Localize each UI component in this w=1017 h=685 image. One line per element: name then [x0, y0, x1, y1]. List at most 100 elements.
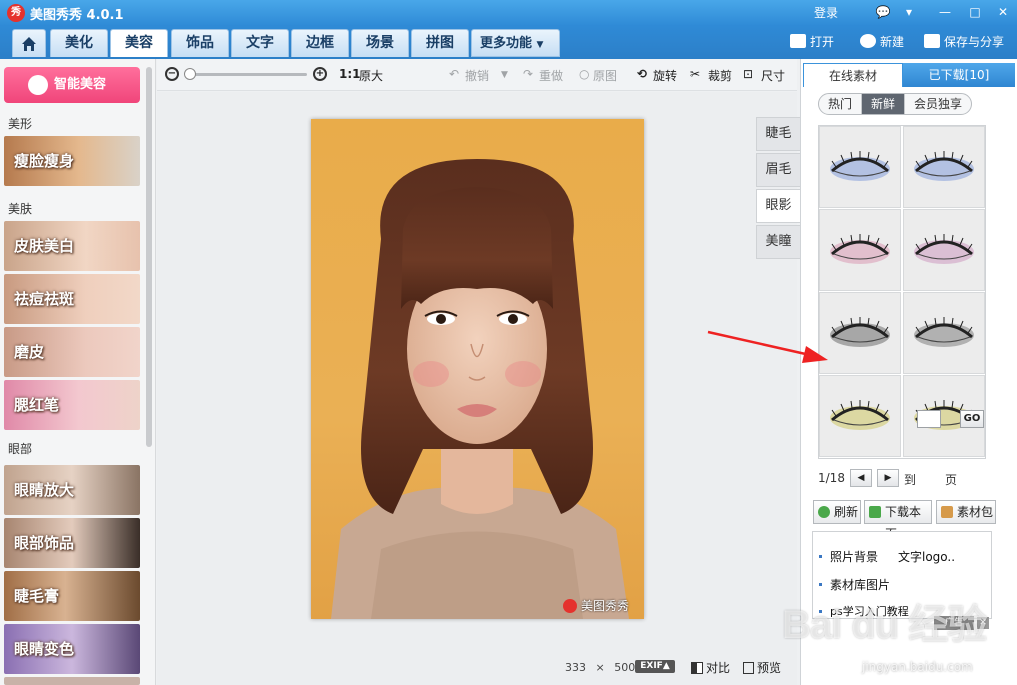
crop-icon[interactable]: ✂	[690, 67, 700, 81]
feedback-icon[interactable]: 💬	[872, 2, 894, 22]
app-logo-icon: 秀	[7, 4, 25, 22]
smart-beauty-button[interactable]: 智能美容	[4, 67, 140, 103]
refresh-button[interactable]: 刷新	[813, 500, 861, 524]
portrait-illustration	[331, 159, 629, 619]
tab-collage[interactable]: 拼图	[411, 29, 469, 57]
skin-icon[interactable]: ▾	[898, 2, 920, 22]
eyeshadow-swatch[interactable]	[819, 375, 901, 457]
original-button[interactable]: 原图	[593, 67, 617, 84]
save-share-button[interactable]: 保存与分享	[924, 32, 1004, 52]
undo-dropdown-icon[interactable]: ▼	[501, 70, 508, 80]
sidebar-item-whitening[interactable]: 皮肤美白	[4, 221, 140, 271]
compare-icon	[691, 662, 703, 674]
eye-shape-icon	[830, 234, 890, 264]
portrait-photo[interactable]	[311, 119, 644, 619]
undo-icon[interactable]: ↶	[449, 67, 459, 81]
eyeshadow-swatch[interactable]	[819, 126, 901, 208]
rotate-button[interactable]: 旋转	[653, 67, 677, 84]
close-icon[interactable]: ✕	[992, 2, 1014, 22]
page-number-input[interactable]	[917, 410, 941, 428]
preview-button[interactable]: 预览	[743, 659, 781, 676]
subtab-fresh[interactable]: 新鲜	[862, 94, 906, 114]
prev-page-button[interactable]: ◀	[850, 469, 872, 487]
sidebar-item-slim-face[interactable]: 瘦脸瘦身	[4, 136, 140, 186]
sidebar-item-label: 祛痘祛斑	[14, 290, 75, 308]
zoom-slider-track[interactable]	[187, 73, 307, 76]
tab-online-materials[interactable]: 在线素材	[803, 63, 903, 87]
more-functions-label: 更多功能	[480, 36, 533, 51]
sidebar-item-label: 磨皮	[14, 343, 45, 361]
sidebar-item-blush[interactable]: 腮红笔	[4, 380, 140, 430]
tab-accessory[interactable]: 饰品	[171, 29, 229, 57]
sidebar-item-label: 眼睛放大	[14, 481, 75, 499]
image-canvas[interactable]: 美图秀秀 333 × 500 EXIF▲ 对比 预览	[157, 92, 797, 685]
eyeshadow-swatch[interactable]	[903, 292, 985, 374]
section-shape: 美形	[8, 117, 33, 131]
sidebar-item-acne[interactable]: 祛痘祛斑	[4, 274, 140, 324]
sidebar-item-eye-color[interactable]: 眼睛变色	[4, 624, 140, 674]
subtab-vip[interactable]: 会员独享	[905, 94, 971, 114]
eyeshadow-swatch[interactable]	[903, 209, 985, 291]
tab-scene[interactable]: 场景	[351, 29, 409, 57]
tab-downloaded[interactable]: 已下载[10]	[903, 63, 1015, 87]
size-icon[interactable]: ⊡	[743, 67, 753, 81]
material-subtabs: 热门 新鲜 会员独享	[818, 93, 973, 115]
minimize-icon[interactable]: —	[934, 2, 956, 22]
exif-button[interactable]: EXIF▲	[635, 660, 675, 673]
vtab-eyeshadow[interactable]: 眼影	[756, 189, 800, 223]
link-bullet	[819, 583, 822, 586]
section-eyes: 眼部	[8, 442, 33, 456]
sidebar-scrollbar[interactable]	[146, 67, 152, 447]
link-text-logo[interactable]: 文字logo..	[898, 548, 955, 565]
material-pack-label: 素材包	[957, 505, 994, 519]
sidebar-item-smooth[interactable]: 磨皮	[4, 327, 140, 377]
chevron-down-icon: ▼	[536, 40, 544, 50]
tab-more-functions[interactable]: 更多功能 ▼	[471, 29, 560, 57]
tab-makeup[interactable]: 美容	[110, 29, 168, 57]
download-page-button[interactable]: 下载本页	[864, 500, 932, 541]
tab-beautify[interactable]: 美化	[50, 29, 108, 57]
maximize-icon[interactable]: □	[964, 2, 986, 22]
rotate-icon[interactable]: ⟲	[637, 67, 647, 81]
home-tab[interactable]	[12, 29, 46, 57]
vtab-contact-lens[interactable]: 美瞳	[756, 225, 800, 259]
link-material-images[interactable]: 素材库图片	[830, 576, 890, 593]
tab-border[interactable]: 边框	[291, 29, 349, 57]
sidebar-item-eye-accessory[interactable]: 眼部饰品	[4, 518, 140, 568]
left-sidebar: 智能美容 美形 瘦脸瘦身 美肤 皮肤美白 祛痘祛斑 磨皮 腮红笔 眼部 眼睛放大…	[0, 59, 156, 685]
zoom-out-icon[interactable]: −	[165, 67, 179, 81]
material-pack-button[interactable]: 素材包	[936, 500, 996, 524]
original-size-button[interactable]: 原大	[359, 67, 383, 84]
new-button[interactable]: 新建	[860, 32, 904, 52]
sidebar-item-partial[interactable]	[4, 677, 140, 685]
tab-text[interactable]: 文字	[231, 29, 289, 57]
sidebar-item-eye-enlarge[interactable]: 眼睛放大	[4, 465, 140, 515]
vtab-eyebrow[interactable]: 眉毛	[756, 153, 800, 187]
compare-button[interactable]: 对比	[691, 659, 730, 676]
undo-button[interactable]: 撤销	[465, 67, 489, 84]
crop-button[interactable]: 裁剪	[708, 67, 732, 84]
size-button[interactable]: 尺寸	[761, 67, 785, 84]
sidebar-item-label: 皮肤美白	[14, 237, 75, 255]
sidebar-item-mascara[interactable]: 睫毛膏	[4, 571, 140, 621]
sidebar-item-label: 眼睛变色	[14, 640, 75, 658]
image-height: 500	[614, 661, 636, 674]
eyeshadow-swatch[interactable]	[903, 126, 985, 208]
open-button[interactable]: 打开	[790, 32, 834, 52]
redo-icon[interactable]: ↷	[523, 67, 533, 81]
go-button[interactable]: GO	[960, 410, 984, 428]
redo-button[interactable]: 重做	[539, 67, 563, 84]
vtab-eyelash[interactable]: 睫毛	[756, 117, 800, 151]
link-photo-background[interactable]: 照片背景	[830, 548, 878, 565]
original-icon[interactable]: ○	[579, 67, 589, 81]
zoom-slider-thumb[interactable]	[184, 68, 196, 80]
login-link[interactable]: 登录	[814, 4, 838, 21]
zoom-in-icon[interactable]: +	[313, 67, 327, 81]
eyeshadow-swatch[interactable]	[819, 209, 901, 291]
refresh-label: 刷新	[834, 505, 859, 519]
eye-shape-icon	[830, 400, 890, 430]
one-to-one-button[interactable]: 1:1	[339, 67, 361, 81]
subtab-hot[interactable]: 热门	[819, 94, 863, 114]
download-icon	[869, 506, 881, 518]
next-page-button[interactable]: ▶	[877, 469, 899, 487]
